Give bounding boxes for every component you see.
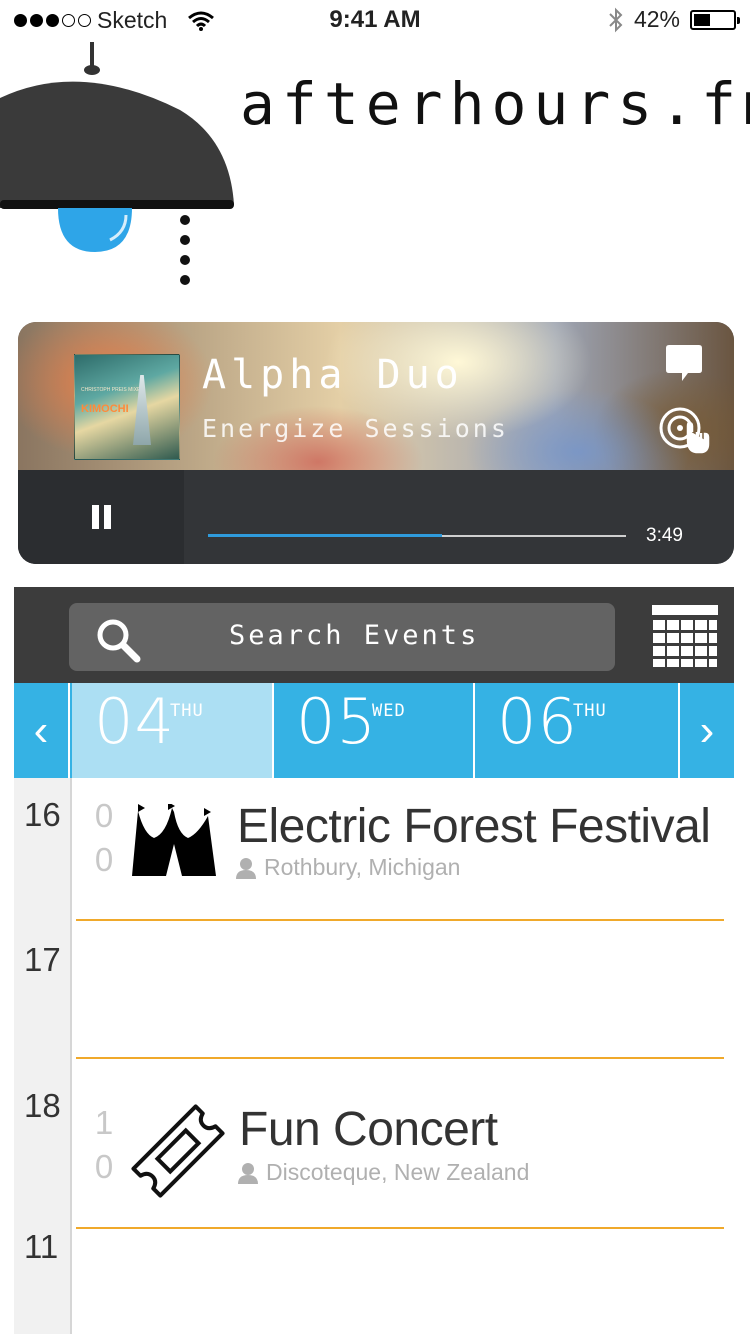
date-tab-06[interactable]: 06 THU bbox=[475, 683, 677, 778]
event-minutes-ones: 0 bbox=[94, 841, 114, 878]
track-duration: 3:49 bbox=[646, 525, 683, 546]
ticket-icon bbox=[131, 1104, 225, 1198]
pause-icon bbox=[91, 505, 111, 529]
event-minutes-tens: 1 bbox=[94, 1104, 114, 1141]
chat-icon[interactable] bbox=[664, 344, 704, 384]
event-location-text: Rothbury, Michigan bbox=[264, 854, 461, 880]
date-weekday: THU bbox=[573, 701, 607, 721]
hour-label: 16 bbox=[24, 796, 61, 833]
event-location: Rothbury, Michigan bbox=[236, 854, 460, 881]
status-bar: Sketch 9:41 AM 42% bbox=[0, 0, 750, 40]
dj-request-icon[interactable] bbox=[658, 406, 710, 456]
date-number: 04 bbox=[94, 685, 175, 758]
hour-label: 11 bbox=[24, 1228, 59, 1265]
lamp-logo-icon bbox=[0, 42, 234, 285]
search-toolbar: Search Events bbox=[14, 587, 734, 683]
hour-label: 18 bbox=[24, 1087, 61, 1124]
date-tab-05[interactable]: 05 WED bbox=[274, 683, 474, 778]
battery-icon bbox=[690, 9, 740, 30]
previous-dates-button[interactable]: ‹ bbox=[14, 683, 70, 778]
app-title: afterhours.fm bbox=[240, 70, 750, 138]
progress-bar[interactable] bbox=[208, 534, 626, 537]
hour-divider bbox=[76, 919, 724, 921]
progress-fill bbox=[208, 534, 443, 537]
person-icon bbox=[236, 857, 256, 879]
search-input[interactable]: Search Events bbox=[69, 603, 615, 671]
now-playing-card: CHRISTOPH PREIS MIXES KIMOCHI Alpha Duo … bbox=[18, 322, 734, 564]
event-location-text: Discoteque, New Zealand bbox=[266, 1159, 530, 1185]
event-minutes-ones: 0 bbox=[94, 1148, 114, 1185]
date-weekday: WED bbox=[372, 701, 406, 721]
date-tab-04[interactable]: 04 THU bbox=[72, 683, 274, 778]
date-number: 05 bbox=[296, 685, 377, 758]
bluetooth-icon bbox=[609, 7, 623, 32]
person-icon bbox=[238, 1162, 258, 1184]
event-title: Electric Forest Festival bbox=[237, 800, 711, 853]
playback-controls: 3:49 bbox=[18, 470, 734, 564]
battery-percent: 42% bbox=[633, 6, 680, 32]
cover-tower bbox=[133, 375, 151, 445]
date-weekday: THU bbox=[170, 701, 204, 721]
event-title: Fun Concert bbox=[239, 1103, 498, 1156]
date-selector: ‹ 04 THU 05 WED 06 THU › bbox=[14, 683, 734, 778]
event-location: Discoteque, New Zealand bbox=[238, 1159, 529, 1186]
hour-divider bbox=[76, 1227, 724, 1229]
hour-label: 17 bbox=[24, 941, 61, 978]
album-cover[interactable]: CHRISTOPH PREIS MIXES KIMOCHI bbox=[74, 354, 180, 460]
cover-title: KIMOCHI bbox=[81, 403, 129, 415]
next-dates-button[interactable]: › bbox=[678, 683, 734, 778]
event-minutes-tens: 0 bbox=[94, 797, 114, 834]
search-icon bbox=[97, 619, 141, 663]
calendar-grid-icon[interactable] bbox=[652, 605, 718, 667]
search-placeholder: Search Events bbox=[229, 620, 480, 651]
pause-button[interactable] bbox=[18, 470, 184, 564]
show-name: Energize Sessions bbox=[202, 414, 509, 443]
hour-divider bbox=[76, 1057, 724, 1059]
circus-tent-icon bbox=[132, 804, 216, 876]
date-number: 06 bbox=[497, 685, 578, 758]
artist-name: Alpha Duo bbox=[202, 352, 464, 398]
